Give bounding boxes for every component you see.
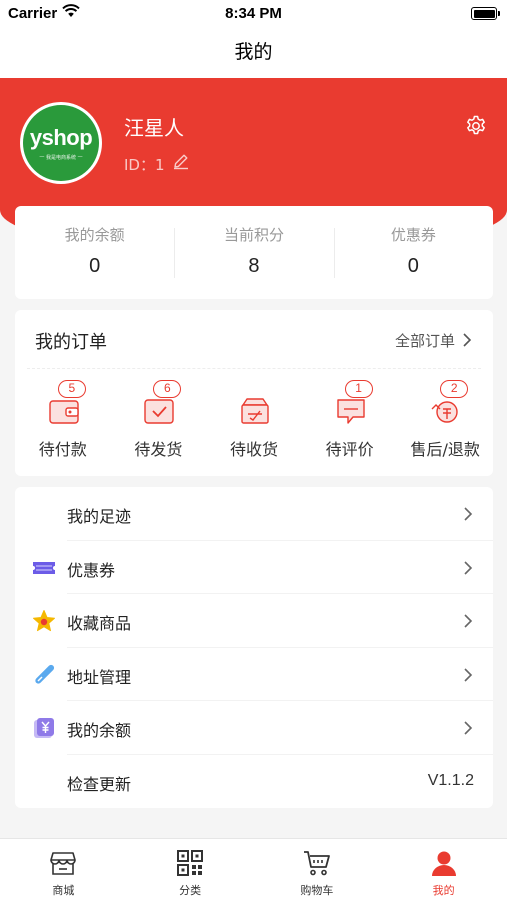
orders-header: 我的订单 全部订单 [15,310,493,368]
orders-title: 我的订单 [35,332,107,353]
order-count-badge: 5 [57,380,86,398]
nav-bar: 我的 [0,28,507,78]
status-bar: Carrier 8:34 PM [0,0,507,28]
order-status-pending-shipment[interactable]: 6 待发货 [111,379,207,460]
stat-label: 优惠券 [390,226,436,244]
stat-label: 我的余额 [64,226,125,244]
battery-icon [471,7,500,20]
menu-item-label: 我的余额 [67,721,132,740]
chevron-right-icon [464,667,473,682]
store-icon [50,852,77,875]
all-orders-label: 全部订单 [394,332,455,350]
stat-value: 0 [407,255,419,277]
refund-icon [431,401,458,423]
qrcode-icon [177,850,204,876]
app-version: V1.1.2 [427,771,474,789]
menu-item-label: 优惠券 [67,560,116,580]
chevron-right-icon [464,721,473,735]
delivery-box-icon [241,398,269,424]
stat-value: 0 [89,255,101,277]
order-status-pending-review[interactable]: 1 待评价 [302,379,398,460]
user-icon [431,851,456,876]
order-status-label: 待收货 [229,440,278,459]
order-status-list: 5 待付款 6 待发货 待收货 1 待评价 2 售后/退款 [15,369,493,460]
orders-card: 我的订单 全部订单 5 待付款 6 待发货 待收货 1 待评价 2 售后/退款 [15,310,493,476]
chevron-right-icon [464,507,473,521]
address-icon [35,664,55,684]
tab-label: 分类 [179,884,202,897]
menu-item-balance[interactable]: 我的余额 [15,701,493,755]
settings-icon[interactable] [464,114,488,138]
tab-label: 我的 [432,884,455,897]
menu-item-favorites[interactable]: 收藏商品 [15,594,493,648]
avatar-logo-subtext: 一 我是电商系统 一 [39,155,83,161]
edit-icon[interactable] [172,152,190,170]
order-status-label: 待评价 [325,440,374,459]
stats-card: 我的余额 0 当前积分 8 优惠券 0 [15,206,493,299]
username[interactable]: 汪星人 [124,112,184,141]
star-icon [33,610,55,632]
coupon-icon [33,561,55,574]
menu-item-label: 收藏商品 [67,614,132,633]
wallet-icon [49,400,79,424]
order-status-label: 售后/退款 [410,440,480,459]
menu-item-check-update[interactable]: 检查更新 V1.1.2 [15,755,493,809]
stat-label: 当前积分 [223,226,284,244]
tab-store[interactable]: 商城 [0,839,127,900]
stat-value: 8 [248,255,260,277]
order-count-badge: 6 [153,380,182,398]
tab-label: 商城 [52,884,75,897]
menu-item-footprint[interactable]: 我的足迹 [15,487,493,541]
order-status-label: 待发货 [134,440,183,459]
order-count-badge: 1 [344,380,373,398]
tab-category[interactable]: 分类 [127,839,254,900]
menu-item-label: 地址管理 [67,667,132,687]
page-title: 我的 [234,41,273,63]
cart-icon [303,851,330,876]
chevron-right-icon [463,333,472,347]
menu-item-label: 检查更新 [67,774,132,794]
menu-item-coupons[interactable]: 优惠券 [15,541,493,594]
chevron-right-icon [464,614,473,628]
clock: 8:34 PM [225,5,282,22]
order-status-pending-receipt[interactable]: 待收货 [206,379,302,460]
avatar-logo-text: yshop [29,125,93,150]
order-status-label: 待付款 [38,440,87,459]
order-status-pending-payment[interactable]: 5 待付款 [15,379,111,460]
order-count-badge: 2 [440,380,469,398]
stat-points[interactable]: 当前积分 8 [174,206,333,299]
comment-icon [336,399,365,424]
stat-balance[interactable]: 我的余额 0 [15,206,174,299]
avatar[interactable]: yshop 一 我是电商系统 一 [20,102,102,184]
user-id: ID：1 [124,156,165,174]
menu-item-address[interactable]: 地址管理 [15,648,493,701]
order-status-refund[interactable]: 2 售后/退款 [397,379,493,460]
tab-cart[interactable]: 购物车 [254,839,381,900]
menu-item-label: 我的足迹 [67,507,132,526]
tab-label: 购物车 [300,884,334,897]
tab-bar: 商城 分类 购物车 我的 [0,838,507,900]
package-check-icon [144,399,175,424]
chevron-right-icon [464,560,473,575]
menu-card: 我的足迹 优惠券 收藏商品 地址管理 我的余额 检查更新 V1.1.2 [15,487,493,808]
stat-coupons[interactable]: 优惠券 0 [333,206,493,299]
tab-mine[interactable]: 我的 [380,839,507,900]
balance-icon [34,718,54,738]
